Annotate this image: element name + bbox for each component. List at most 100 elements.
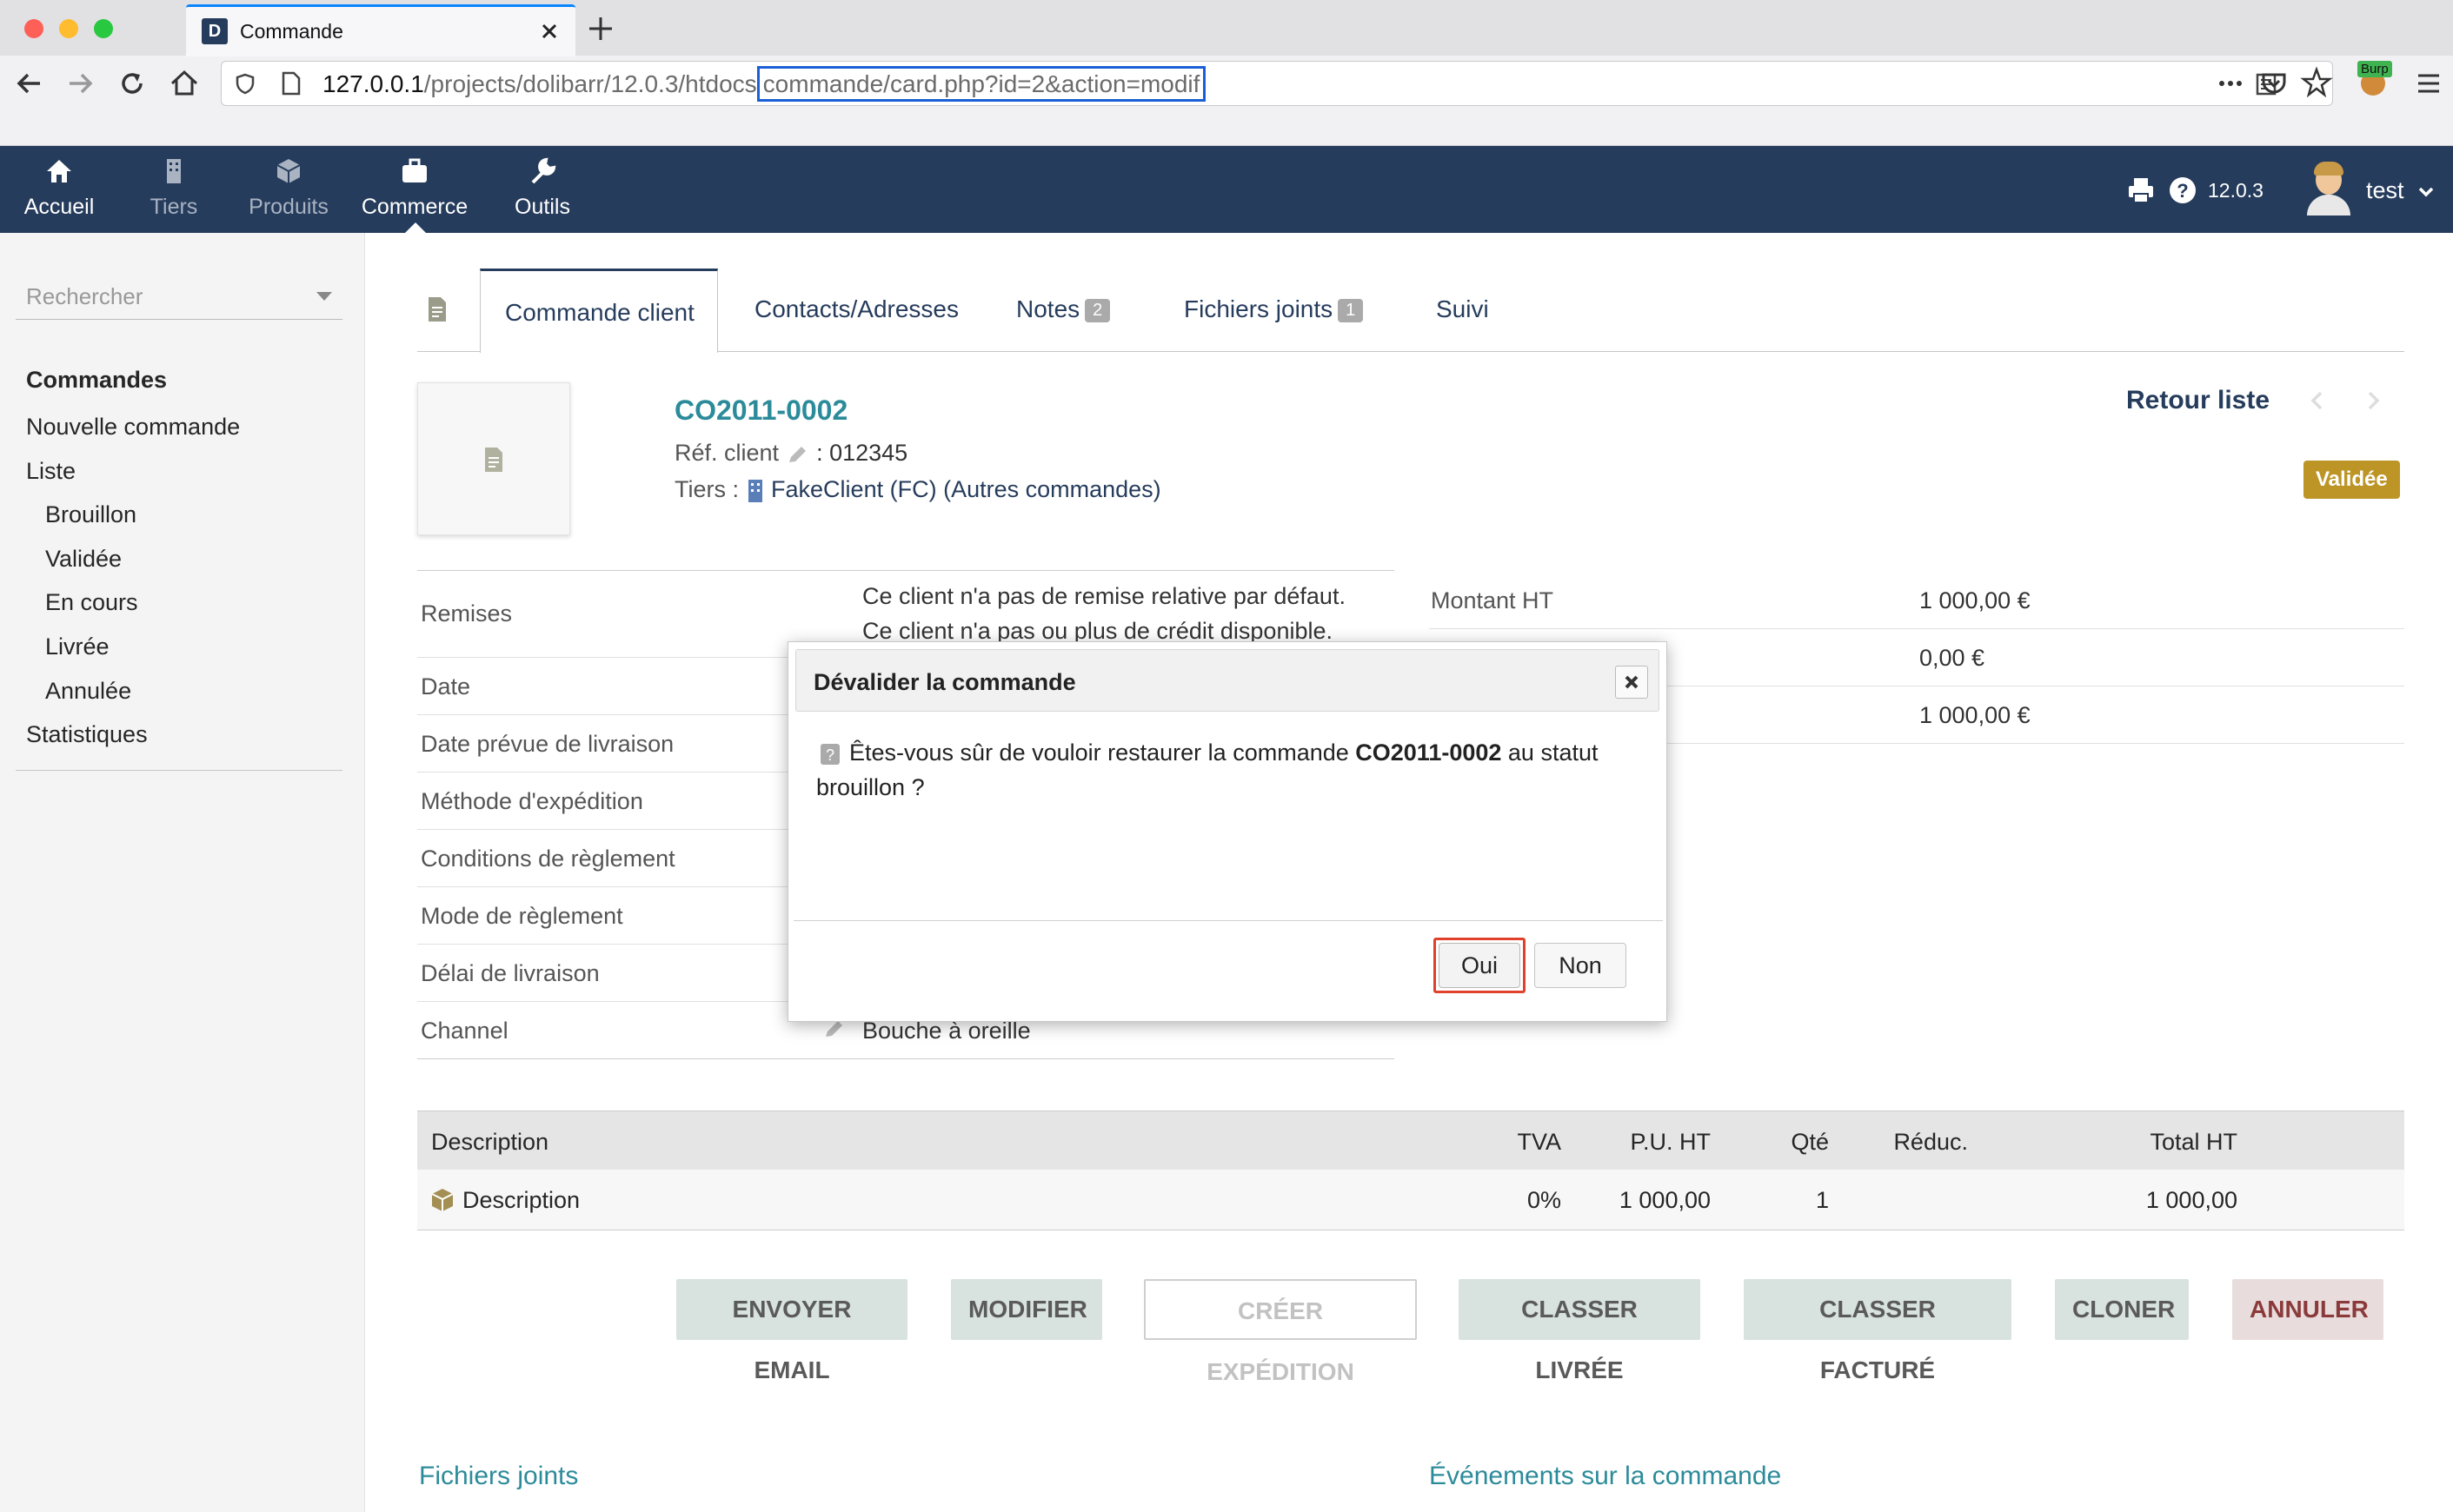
tab-badge: 2 xyxy=(1085,299,1111,323)
sidebar-item-validee[interactable]: Validée xyxy=(45,546,122,573)
col-qte: Qté xyxy=(1791,1129,1829,1155)
status-badge: Validée xyxy=(2303,461,2400,499)
no-button[interactable]: Non xyxy=(1534,943,1626,988)
classify-billed-button[interactable]: CLASSER FACTURÉ xyxy=(1744,1279,2011,1383)
tiers-link[interactable]: FakeClient (FC) xyxy=(771,476,937,502)
menu-label: Tiers xyxy=(150,195,198,219)
tab-label: Fichiers joints xyxy=(1184,295,1333,322)
modify-button[interactable]: MODIFIER xyxy=(951,1279,1102,1340)
search-select[interactable]: Rechercher xyxy=(16,276,342,320)
events-title: Événements sur la commande xyxy=(1429,1462,1782,1490)
dialog-message-ref: CO2011-0002 xyxy=(1355,739,1502,766)
building-icon xyxy=(746,479,765,503)
bookmark-star-icon[interactable] xyxy=(2300,66,2333,99)
table-row[interactable]: Description 0% 1 000,00 1 1 000,00 xyxy=(417,1170,2404,1230)
sidebar-item-statistiques[interactable]: Statistiques xyxy=(26,721,148,748)
edit-pencil-icon[interactable] xyxy=(786,443,810,466)
menu-label: Commerce xyxy=(361,195,469,219)
tab-contacts[interactable]: Contacts/Adresses xyxy=(755,295,959,323)
avatar[interactable] xyxy=(2303,162,2352,216)
col-reduc: Réduc. xyxy=(1893,1129,1968,1155)
next-record-icon[interactable] xyxy=(2361,388,2385,414)
total-value: 0,00 € xyxy=(1919,645,1985,671)
pocket-icon[interactable] xyxy=(2258,68,2290,99)
tab-label: Commande client xyxy=(505,299,695,326)
building-icon xyxy=(167,159,181,183)
col-total-ht: Total HT xyxy=(2150,1129,2237,1155)
document-icon xyxy=(485,448,502,472)
close-tab-icon[interactable] xyxy=(535,17,563,45)
sidebar-divider xyxy=(16,770,342,771)
forward-icon[interactable] xyxy=(61,64,99,103)
field-label: Méthode d'expédition xyxy=(421,788,643,814)
new-tab-icon[interactable] xyxy=(584,12,617,45)
other-orders-link[interactable]: (Autres commandes) xyxy=(943,476,1161,502)
browser-tab[interactable]: D Commande xyxy=(186,4,575,56)
reload-icon[interactable] xyxy=(113,64,151,103)
col-description: Description xyxy=(431,1129,549,1155)
address-bar[interactable]: 127.0.0.1/projects/dolibarr/12.0.3/htdoc… xyxy=(221,61,2333,106)
sidebar-item-brouillon[interactable]: Brouillon xyxy=(45,501,136,528)
favicon-icon: D xyxy=(202,18,228,44)
burp-extension-icon[interactable]: Burp xyxy=(2357,61,2396,99)
tab-notes[interactable]: Notes 2 xyxy=(1016,295,1111,323)
user-name[interactable]: test xyxy=(2366,177,2404,204)
tab-fichiers-joints[interactable]: Fichiers joints 1 xyxy=(1184,295,1364,323)
url-text: 127.0.0.1/projects/dolibarr/12.0.3/htdoc… xyxy=(322,66,1207,102)
active-menu-indicator xyxy=(405,222,426,233)
create-shipment-button: CRÉER EXPÉDITION xyxy=(1144,1279,1417,1385)
print-icon[interactable] xyxy=(2126,176,2156,205)
chevron-down-icon[interactable] xyxy=(2416,182,2436,202)
attached-files-title: Fichiers joints xyxy=(419,1462,579,1490)
menu-outils[interactable]: Outils xyxy=(499,156,586,226)
total-value: 1 000,00 € xyxy=(1919,702,2031,728)
home-icon xyxy=(47,160,71,182)
lines-table-header: Description TVA P.U. HT Qté Réduc. Total… xyxy=(417,1111,2404,1170)
help-icon[interactable]: ? xyxy=(2168,176,2197,205)
sidebar-item-liste[interactable]: Liste xyxy=(26,458,76,485)
more-actions-icon[interactable] xyxy=(2215,68,2246,99)
dropdown-arrow-icon xyxy=(316,292,332,301)
close-icon xyxy=(1625,675,1639,689)
previous-record-icon[interactable] xyxy=(2305,388,2330,414)
dialog-close-button[interactable] xyxy=(1615,666,1648,699)
dialog-message-line2: brouillon ? xyxy=(816,774,925,800)
hamburger-menu-icon[interactable] xyxy=(2413,68,2444,99)
tab-suivi[interactable]: Suivi xyxy=(1436,295,1489,323)
wrench-icon xyxy=(531,157,556,184)
confirm-dialog: Dévalider la commande ? Êtes-vous sûr de… xyxy=(788,641,1667,1022)
yes-button[interactable]: Oui xyxy=(1439,943,1520,988)
cube-icon xyxy=(276,159,301,183)
sidebar-item-livree[interactable]: Livrée xyxy=(45,633,110,660)
back-to-list-link[interactable]: Retour liste xyxy=(2126,386,2270,415)
url-host: 127.0.0.1 xyxy=(322,70,424,97)
question-icon: ? xyxy=(820,743,841,766)
close-window-button[interactable] xyxy=(24,19,43,38)
home-icon[interactable] xyxy=(165,64,203,103)
menu-label: Accueil xyxy=(23,195,95,219)
line-qty: 1 xyxy=(1815,1187,1829,1213)
search-placeholder: Rechercher xyxy=(26,283,143,309)
field-label: Mode de règlement xyxy=(421,903,623,929)
classify-delivered-button[interactable]: CLASSER LIVRÉE xyxy=(1459,1279,1700,1383)
cancel-order-button[interactable]: ANNULER xyxy=(2232,1279,2383,1340)
menu-commerce[interactable]: Commerce xyxy=(356,156,473,226)
sidebar-section-commandes[interactable]: Commandes xyxy=(26,367,167,394)
sidebar-item-en-cours[interactable]: En cours xyxy=(45,589,138,616)
clone-button[interactable]: CLONER xyxy=(2055,1279,2189,1340)
sidebar-item-nouvelle-commande[interactable]: Nouvelle commande xyxy=(26,414,240,441)
page-icon xyxy=(281,71,302,96)
tab-commande-client[interactable]: Commande client xyxy=(480,269,718,353)
ref-client-line: Réf. client : 012345 xyxy=(675,440,907,467)
menu-accueil[interactable]: Accueil xyxy=(14,156,104,226)
menu-produits[interactable]: Produits xyxy=(243,156,334,226)
minimize-window-button[interactable] xyxy=(59,19,78,38)
menu-tiers[interactable]: Tiers xyxy=(130,156,217,226)
field-label: Conditions de règlement xyxy=(421,846,675,872)
send-email-button[interactable]: ENVOYER EMAIL xyxy=(676,1279,907,1383)
sidebar-item-annulee[interactable]: Annulée xyxy=(45,678,131,705)
dialog-message-before: Êtes-vous sûr de vouloir restaurer la co… xyxy=(849,739,1356,766)
shield-icon[interactable] xyxy=(234,72,256,95)
back-icon[interactable] xyxy=(10,64,49,103)
zoom-window-button[interactable] xyxy=(94,19,113,38)
